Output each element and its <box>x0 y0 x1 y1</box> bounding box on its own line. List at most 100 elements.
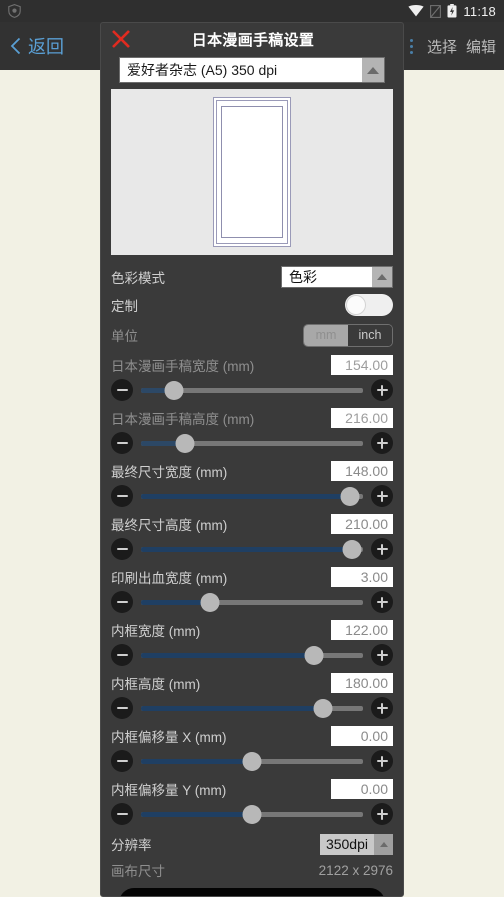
decrement-button[interactable] <box>111 750 133 772</box>
increment-button[interactable] <box>371 538 393 560</box>
setting-field-slider-row <box>111 483 393 509</box>
color-mode-dropdown[interactable]: 色彩 <box>281 265 393 288</box>
setting-field-value-input[interactable]: 0.00 <box>331 778 393 799</box>
setting-field-value-input[interactable]: 154.00 <box>331 354 393 375</box>
edit-button[interactable]: 编辑 <box>466 36 496 57</box>
decrement-button[interactable] <box>111 697 133 719</box>
increment-button[interactable] <box>371 697 393 719</box>
unit-option-inch[interactable]: inch <box>348 324 392 346</box>
custom-row: 定制 <box>111 290 393 320</box>
preset-dropdown-arrow[interactable] <box>362 58 384 82</box>
setting-field-slider[interactable] <box>141 803 363 825</box>
plus-icon <box>376 437 388 449</box>
increment-button[interactable] <box>371 591 393 613</box>
slider-thumb[interactable] <box>340 486 360 506</box>
decrement-button[interactable] <box>111 432 133 454</box>
slider-thumb[interactable] <box>342 539 362 559</box>
unit-option-mm[interactable]: mm <box>304 324 348 346</box>
decrement-button[interactable] <box>111 591 133 613</box>
setting-field-slider-row <box>111 536 393 562</box>
decrement-button[interactable] <box>111 485 133 507</box>
dialog-header: 日本漫画手稿设置 <box>101 23 403 55</box>
setting-field-value-input[interactable]: 0.00 <box>331 725 393 746</box>
setting-field-value-input[interactable]: 210.00 <box>331 513 393 534</box>
slider-thumb[interactable] <box>242 751 262 771</box>
decrement-button[interactable] <box>111 803 133 825</box>
custom-label: 定制 <box>111 299 138 314</box>
color-mode-value: 色彩 <box>289 268 317 285</box>
custom-toggle[interactable] <box>345 294 393 316</box>
minus-icon <box>116 596 128 608</box>
increment-button[interactable] <box>371 803 393 825</box>
slider-fill <box>141 758 252 764</box>
preset-dropdown-value: 爱好者杂志 (A5) 350 dpi <box>127 62 278 78</box>
setting-field-header: 日本漫画手稿宽度 (mm) 154.00 <box>111 352 393 377</box>
slider-fill <box>141 705 324 711</box>
resolution-dropdown-arrow[interactable] <box>374 833 393 855</box>
setting-field-slider-row <box>111 642 393 668</box>
decrement-button[interactable] <box>111 538 133 560</box>
setting-field-header: 内框宽度 (mm) 122.00 <box>111 617 393 642</box>
setting-field: 内框偏移量 X (mm) 0.00 <box>111 723 393 774</box>
setting-field-label: 日本漫画手稿高度 (mm) <box>111 411 255 427</box>
decrement-button[interactable] <box>111 379 133 401</box>
slider-thumb[interactable] <box>200 592 220 612</box>
setting-field-label: 日本漫画手稿宽度 (mm) <box>111 358 255 374</box>
increment-button[interactable] <box>371 485 393 507</box>
color-mode-dropdown-arrow[interactable] <box>372 266 392 287</box>
increment-button[interactable] <box>371 432 393 454</box>
setting-field-value-input[interactable]: 180.00 <box>331 672 393 693</box>
minus-icon <box>116 808 128 820</box>
slider-thumb[interactable] <box>164 380 184 400</box>
minus-icon <box>116 543 128 555</box>
setting-field-header: 日本漫画手稿高度 (mm) 216.00 <box>111 405 393 430</box>
setting-field-slider[interactable] <box>141 538 363 560</box>
dialog-footer: OK <box>101 882 403 896</box>
increment-button[interactable] <box>371 750 393 772</box>
setting-field-header: 内框偏移量 X (mm) 0.00 <box>111 723 393 748</box>
setting-field-value-input[interactable]: 122.00 <box>331 619 393 640</box>
preview-bleed-frame <box>213 97 291 247</box>
slider-thumb[interactable] <box>313 698 333 718</box>
app-bar-right-group: 选择 编辑 <box>405 36 504 57</box>
setting-field-value-input[interactable]: 3.00 <box>331 566 393 587</box>
manga-manuscript-settings-dialog: 日本漫画手稿设置 爱好者杂志 (A5) 350 dpi 色彩模式 色彩 定制 单… <box>100 22 404 897</box>
preview-trim-frame <box>216 100 288 244</box>
unit-row: 单位 mm inch <box>111 320 393 350</box>
setting-field: 内框宽度 (mm) 122.00 <box>111 617 393 668</box>
setting-field-slider[interactable] <box>141 644 363 666</box>
caret-up-icon <box>379 841 388 847</box>
preset-dropdown[interactable]: 爱好者杂志 (A5) 350 dpi <box>119 57 385 83</box>
resolution-dropdown[interactable]: 350dpi <box>319 833 393 855</box>
ok-button[interactable]: OK <box>119 888 385 896</box>
decrement-button[interactable] <box>111 644 133 666</box>
setting-field-slider[interactable] <box>141 697 363 719</box>
resolution-value: 350dpi <box>325 836 368 852</box>
increment-button[interactable] <box>371 379 393 401</box>
setting-field-slider[interactable] <box>141 750 363 772</box>
setting-field-slider[interactable] <box>141 591 363 613</box>
slider-thumb[interactable] <box>242 804 262 824</box>
select-button[interactable]: 选择 <box>427 36 457 57</box>
setting-field-label: 印刷出血宽度 (mm) <box>111 570 228 586</box>
resolution-row: 分辨率 350dpi <box>111 830 393 858</box>
increment-button[interactable] <box>371 644 393 666</box>
setting-field-value-input[interactable]: 148.00 <box>331 460 393 481</box>
back-button-label: 返回 <box>28 37 64 57</box>
unit-segmented-control[interactable]: mm inch <box>303 323 393 347</box>
setting-field-value-input[interactable]: 216.00 <box>331 407 393 428</box>
slider-thumb[interactable] <box>175 433 195 453</box>
overflow-menu-icon[interactable] <box>405 38 418 54</box>
back-button[interactable]: 返回 <box>0 33 64 59</box>
setting-field-slider[interactable] <box>141 485 363 507</box>
setting-field-slider[interactable] <box>141 379 363 401</box>
canvas-size-label: 画布尺寸 <box>111 864 165 879</box>
setting-field: 最终尺寸宽度 (mm) 148.00 <box>111 458 393 509</box>
custom-toggle-knob <box>346 295 366 315</box>
slider-thumb[interactable] <box>304 645 324 665</box>
setting-field-slider[interactable] <box>141 432 363 454</box>
setting-field-label: 内框宽度 (mm) <box>111 623 201 639</box>
wifi-icon <box>408 5 425 17</box>
setting-field-header: 最终尺寸宽度 (mm) 148.00 <box>111 458 393 483</box>
setting-field: 内框偏移量 Y (mm) 0.00 <box>111 776 393 827</box>
